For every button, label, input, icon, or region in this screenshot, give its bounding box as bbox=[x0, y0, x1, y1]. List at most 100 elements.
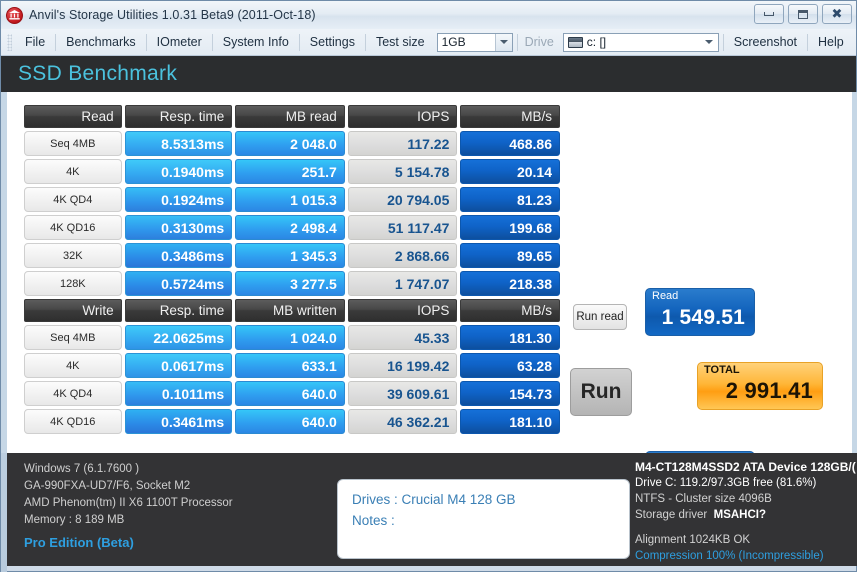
system-memory: Memory : 8 189 MB bbox=[24, 514, 125, 526]
drive-label: Drive bbox=[524, 35, 554, 49]
menu-item-screenshot[interactable]: Screenshot bbox=[725, 33, 806, 51]
cell-iops: 1 747.07 bbox=[347, 271, 458, 296]
cell-resp-time: 0.1924ms bbox=[124, 187, 233, 212]
menu-item-help[interactable]: Help bbox=[809, 33, 853, 51]
table-row: 4K 0.1940ms 251.7 5 154.78 20.14 bbox=[24, 159, 561, 184]
page-header: SSD Benchmark bbox=[1, 56, 856, 92]
notes-panel[interactable]: Drives : Crucial M4 128 GB Notes : bbox=[337, 479, 630, 559]
cell-mb-read: 3 277.5 bbox=[235, 271, 345, 296]
footer-bar: Windows 7 (6.1.7600 ) GA-990FXA-UD7/F6, … bbox=[7, 453, 857, 566]
read-header-mb: MB read bbox=[235, 105, 345, 128]
close-button[interactable]: ✖ bbox=[822, 4, 852, 24]
test-size-label: Test size bbox=[375, 35, 425, 49]
write-header-mbs: MB/s bbox=[460, 299, 560, 322]
run-read-button[interactable]: Run read bbox=[573, 304, 627, 330]
maximize-button[interactable] bbox=[788, 4, 818, 24]
cell-mb-written: 640.0 bbox=[235, 409, 345, 434]
cell-resp-time: 0.0617ms bbox=[124, 353, 233, 378]
cell-mbs: 218.38 bbox=[460, 271, 561, 296]
toolbar-grip-icon bbox=[7, 33, 12, 51]
row-label: 4K QD4 bbox=[24, 187, 122, 212]
menu-item-benchmarks[interactable]: Benchmarks bbox=[57, 33, 144, 51]
page-title: SSD Benchmark bbox=[18, 62, 178, 85]
edition-label: Pro Edition (Beta) bbox=[24, 535, 134, 550]
window-title: Anvil's Storage Utilities 1.0.31 Beta9 (… bbox=[29, 8, 316, 22]
cell-mb-read: 2 048.0 bbox=[235, 131, 345, 156]
chevron-down-icon[interactable] bbox=[701, 34, 718, 51]
test-size-dropdown[interactable]: 1GB bbox=[436, 32, 513, 52]
table-row: 4K QD4 0.1011ms 640.0 39 609.61 154.73 bbox=[24, 381, 561, 406]
row-label: Seq 4MB bbox=[24, 131, 122, 156]
row-label: 32K bbox=[24, 243, 122, 268]
window-controls: ✖ bbox=[754, 4, 852, 24]
menu-divider bbox=[516, 33, 518, 51]
cell-mbs: 154.73 bbox=[460, 381, 561, 406]
table-row: 4K 0.0617ms 633.1 16 199.42 63.28 bbox=[24, 353, 561, 378]
storage-driver-value: MSAHCI? bbox=[713, 509, 767, 521]
system-cpu: AMD Phenom(tm) II X6 1100T Processor bbox=[24, 497, 233, 509]
cell-resp-time: 8.5313ms bbox=[124, 131, 233, 156]
cell-mb-written: 640.0 bbox=[235, 381, 345, 406]
read-score-caption: Read bbox=[652, 290, 679, 302]
write-header-title: Write bbox=[24, 299, 122, 322]
total-score-panel: TOTAL 2 991.41 bbox=[697, 362, 823, 410]
cell-resp-time: 22.0625ms bbox=[124, 325, 233, 350]
menu-divider bbox=[145, 33, 147, 51]
cell-resp-time: 0.1940ms bbox=[124, 159, 233, 184]
cell-iops: 45.33 bbox=[347, 325, 458, 350]
run-button[interactable]: Run bbox=[570, 368, 632, 416]
row-label: 4K QD16 bbox=[24, 409, 122, 434]
cell-iops: 46 362.21 bbox=[347, 409, 458, 434]
table-row: 4K QD16 0.3461ms 640.0 46 362.21 181.10 bbox=[24, 409, 561, 434]
notes-drives: Drives : Crucial M4 128 GB bbox=[352, 492, 516, 507]
row-label: Seq 4MB bbox=[24, 325, 122, 350]
menu-item-iometer[interactable]: IOmeter bbox=[148, 33, 211, 51]
cell-mbs: 20.14 bbox=[460, 159, 561, 184]
drive-dropdown[interactable]: c: [] bbox=[562, 32, 719, 52]
row-label: 128K bbox=[24, 271, 122, 296]
drive-filesystem: NTFS - Cluster size 4096B bbox=[635, 493, 772, 505]
cell-mb-read: 251.7 bbox=[235, 159, 345, 184]
system-board: GA-990FXA-UD7/F6, Socket M2 bbox=[24, 480, 191, 492]
cell-resp-time: 0.3130ms bbox=[124, 215, 233, 240]
drive-value: c: [] bbox=[586, 35, 607, 49]
minimize-button[interactable] bbox=[754, 4, 784, 24]
row-label: 4K bbox=[24, 353, 122, 378]
drive-alignment: Alignment 1024KB OK bbox=[635, 534, 751, 546]
cell-mb-read: 1 015.3 bbox=[235, 187, 345, 212]
drive-storage-driver: Storage driver MSAHCI? bbox=[635, 507, 857, 523]
cell-iops: 16 199.42 bbox=[347, 353, 458, 378]
cell-mbs: 199.68 bbox=[460, 215, 561, 240]
cell-iops: 117.22 bbox=[347, 131, 458, 156]
cell-mbs: 89.65 bbox=[460, 243, 561, 268]
chevron-down-icon[interactable] bbox=[494, 33, 512, 51]
system-info-panel: Windows 7 (6.1.7600 ) GA-990FXA-UD7/F6, … bbox=[24, 461, 233, 551]
row-label: 4K QD16 bbox=[24, 215, 122, 240]
row-label: 4K QD4 bbox=[24, 381, 122, 406]
storage-driver-label: Storage driver bbox=[635, 509, 708, 521]
menu-divider bbox=[364, 33, 366, 51]
write-header-mb: MB written bbox=[235, 299, 345, 322]
cell-mbs: 181.10 bbox=[460, 409, 561, 434]
menu-bar: File Benchmarks IOmeter System Info Sett… bbox=[1, 29, 856, 56]
menu-divider bbox=[211, 33, 213, 51]
cell-mbs: 81.23 bbox=[460, 187, 561, 212]
drive-icon bbox=[567, 36, 583, 48]
read-header-title: Read bbox=[24, 105, 122, 128]
test-size-value: 1GB bbox=[441, 35, 466, 49]
table-row: 4K QD4 0.1924ms 1 015.3 20 794.05 81.23 bbox=[24, 187, 561, 212]
cell-resp-time: 0.5724ms bbox=[124, 271, 233, 296]
application-window: Anvil's Storage Utilities 1.0.31 Beta9 (… bbox=[0, 0, 857, 572]
cell-mbs: 181.30 bbox=[460, 325, 561, 350]
menu-item-file[interactable]: File bbox=[16, 33, 54, 51]
cell-iops: 5 154.78 bbox=[347, 159, 458, 184]
menu-item-system-info[interactable]: System Info bbox=[214, 33, 298, 51]
cell-iops: 20 794.05 bbox=[347, 187, 458, 212]
cell-mbs: 63.28 bbox=[460, 353, 561, 378]
menu-item-settings[interactable]: Settings bbox=[301, 33, 364, 51]
cell-mb-read: 2 498.4 bbox=[235, 215, 345, 240]
menu-divider bbox=[55, 33, 57, 51]
read-score-value: 1 549.51 bbox=[661, 306, 745, 329]
total-score-value: 2 991.41 bbox=[725, 378, 813, 403]
read-header-iops: IOPS bbox=[347, 105, 458, 128]
